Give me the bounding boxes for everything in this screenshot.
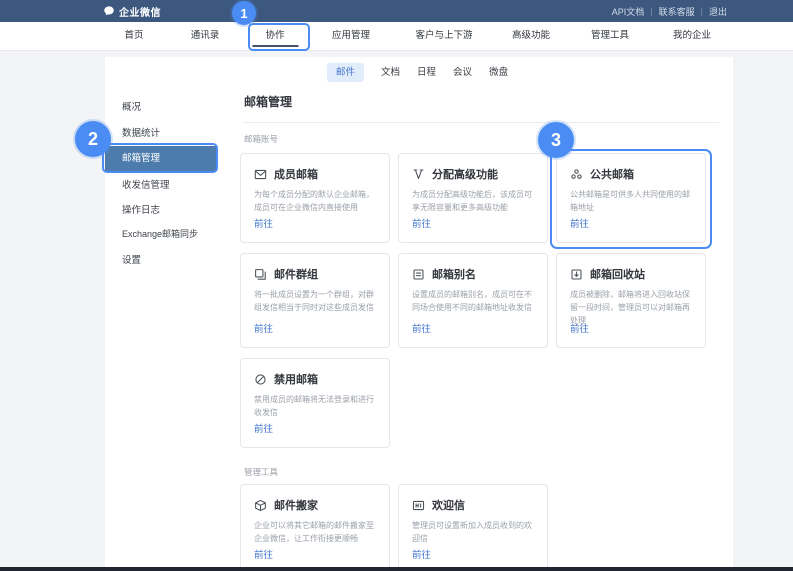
sidebar-item-mailbox-management[interactable]: 邮箱管理: [105, 146, 217, 171]
nav-item-home[interactable]: 首页: [124, 22, 143, 50]
step-number: 2: [88, 129, 98, 150]
go-link[interactable]: 前往: [254, 321, 273, 335]
card-mailbox-alias[interactable]: 邮箱别名 设置成员的邮箱别名，成员可在不同场合使用不同的邮箱地址收发信 前往: [398, 253, 548, 348]
sub-tabs: 邮件 文档 日程 会议 微盘: [327, 62, 508, 82]
card-title: 欢迎信: [432, 497, 465, 513]
nav-item-collaboration[interactable]: 协作: [265, 22, 284, 50]
card-welcome-letter[interactable]: 欢迎信 管理员可设置新加入成员收到的欢迎信 前往: [398, 484, 548, 571]
card-public-mailbox[interactable]: 公共邮箱 公共邮箱是可供多人共同使用的邮箱地址 前往: [556, 153, 706, 243]
public-mailbox-icon: [570, 168, 583, 181]
mailbox-recycle-icon: [570, 268, 583, 281]
card-description: 为成员分配高级功能后，该成员可享无限容量和更多高级功能: [412, 188, 538, 214]
card-description: 将一批成员设置为一个群组，对群组发信相当于同时对这些成员发信: [254, 288, 380, 314]
nav-item-contacts[interactable]: 通讯录: [191, 22, 220, 50]
divider: |: [650, 6, 652, 16]
mail-group-icon: [254, 268, 267, 281]
logout-link[interactable]: 退出: [709, 5, 727, 18]
sidebar-item-statistics[interactable]: 数据统计: [105, 121, 234, 146]
card-title: 邮件群组: [274, 266, 318, 282]
topbar: 企业微信 API文档 | 联系客服 | 退出: [0, 0, 793, 22]
nav-item-my-company[interactable]: 我的企业: [673, 22, 711, 50]
tab-meeting[interactable]: 会议: [453, 63, 472, 82]
card-title: 成员邮箱: [274, 166, 318, 182]
mailbox-alias-icon: [412, 268, 425, 281]
nav-item-advanced[interactable]: 高级功能: [512, 22, 550, 50]
go-link[interactable]: 前往: [254, 547, 273, 561]
card-description: 企业可以将其它邮箱的邮件搬家至企业微信，让工作衔接更顺畅: [254, 519, 380, 545]
sidebar-item-exchange-sync[interactable]: Exchange邮箱同步: [105, 222, 234, 247]
card-title: 邮箱回收站: [590, 266, 645, 282]
card-title: 禁用邮箱: [274, 371, 318, 387]
card-description: 禁用成员的邮箱将无法登录和进行收发信: [254, 393, 380, 419]
card-title: 邮箱别名: [432, 266, 476, 282]
topbar-links: API文档 | 联系客服 | 退出: [612, 0, 727, 22]
card-assign-premium[interactable]: 分配高级功能 为成员分配高级功能后，该成员可享无限容量和更多高级功能 前往: [398, 153, 548, 243]
go-link[interactable]: 前往: [412, 216, 431, 230]
section-label-mail-accounts: 邮箱账号: [244, 133, 278, 145]
tab-drive[interactable]: 微盘: [489, 63, 508, 82]
card-description: 为每个成员分配的默认企业邮箱，成员可在企业微信内直接使用: [254, 188, 380, 214]
card-mailbox-recycle-bin[interactable]: 邮箱回收站 成员被删除，邮箱将进入回收站保留一段时间，管理员可以对邮箱再处理 前…: [556, 253, 706, 348]
go-link[interactable]: 前往: [412, 547, 431, 561]
tab-docs[interactable]: 文档: [381, 63, 400, 82]
sidebar-item-send-receive[interactable]: 收发信管理: [105, 173, 234, 198]
window-bottom-edge: [0, 567, 793, 571]
contact-support-link[interactable]: 联系客服: [659, 5, 695, 18]
card-description: 设置成员的邮箱别名，成员可在不同场合使用不同的邮箱地址收发信: [412, 288, 538, 314]
section-label-admin-tools: 管理工具: [244, 466, 278, 478]
tab-mail[interactable]: 邮件: [327, 63, 364, 82]
envelope-icon: [254, 168, 267, 181]
go-link[interactable]: 前往: [254, 421, 273, 435]
main-nav: 首页 通讯录 协作 应用管理 客户与上下游 高级功能 管理工具 我的企业: [0, 22, 793, 51]
card-mail-migration[interactable]: 邮件搬家 企业可以将其它邮箱的邮件搬家至企业微信，让工作衔接更顺畅 前往: [240, 484, 390, 571]
card-title: 公共邮箱: [590, 166, 634, 182]
nav-item-customers[interactable]: 客户与上下游: [415, 22, 472, 50]
card-disabled-mailbox[interactable]: 禁用邮箱 禁用成员的邮箱将无法登录和进行收发信 前往: [240, 358, 390, 448]
logo-text: 企业微信: [119, 4, 161, 19]
go-link[interactable]: 前往: [412, 321, 431, 335]
sidebar-item-overview[interactable]: 概况: [105, 95, 234, 120]
card-mail-group[interactable]: 邮件群组 将一批成员设置为一个群组，对群组发信相当于同时对这些成员发信 前往: [240, 253, 390, 348]
card-description: 公共邮箱是可供多人共同使用的邮箱地址: [570, 188, 696, 214]
go-link[interactable]: 前往: [254, 216, 273, 230]
sidebar-item-operation-log[interactable]: 操作日志: [105, 198, 234, 223]
card-title: 邮件搬家: [274, 497, 318, 513]
nav-item-admin-tools[interactable]: 管理工具: [591, 22, 629, 50]
chat-bubble-icon: [103, 5, 115, 17]
card-member-mailbox[interactable]: 成员邮箱 为每个成员分配的默认企业邮箱，成员可在企业微信内直接使用 前往: [240, 153, 390, 243]
disabled-mailbox-icon: [254, 373, 267, 386]
tab-calendar[interactable]: 日程: [417, 63, 436, 82]
nav-item-apps[interactable]: 应用管理: [332, 22, 370, 50]
card-description: 管理员可设置新加入成员收到的欢迎信: [412, 519, 538, 545]
go-link[interactable]: 前往: [570, 321, 589, 335]
divider: [243, 122, 719, 123]
wecom-logo: 企业微信: [103, 4, 161, 18]
divider: |: [701, 6, 703, 16]
api-docs-link[interactable]: API文档: [612, 5, 645, 18]
go-link[interactable]: 前往: [570, 216, 589, 230]
card-title: 分配高级功能: [432, 166, 498, 182]
page-title: 邮箱管理: [244, 93, 292, 110]
package-icon: [254, 499, 267, 512]
v-premium-icon: [412, 168, 425, 181]
welcome-letter-icon: [412, 499, 425, 512]
sidebar-item-settings[interactable]: 设置: [105, 248, 234, 273]
app-window: 企业微信 API文档 | 联系客服 | 退出 首页 通讯录 协作 应用管理 客户…: [0, 0, 793, 571]
